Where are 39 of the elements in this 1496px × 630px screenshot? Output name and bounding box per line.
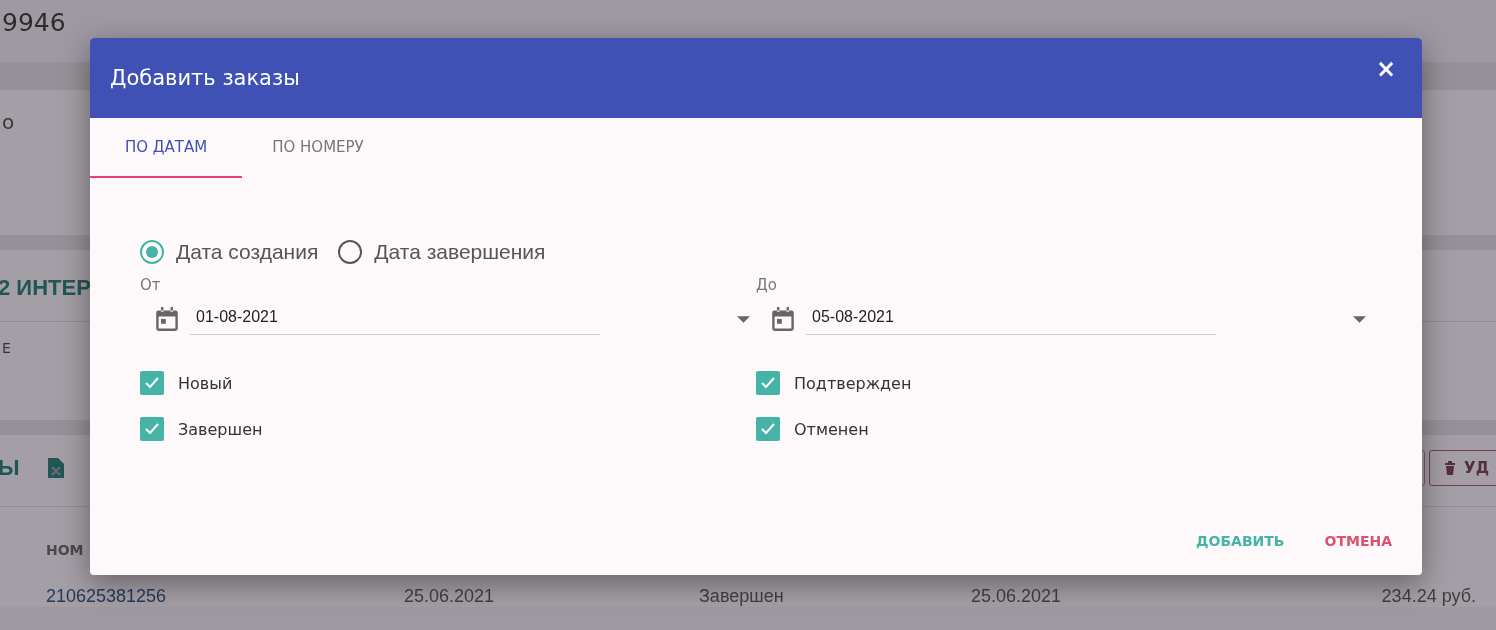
checkbox-label: Отменен <box>794 419 869 439</box>
tab[interactable]: ПО ДАТАМ <box>90 118 242 178</box>
table-cell-text: Завершен <box>699 586 785 607</box>
date-field[interactable]: 01-08-2021 <box>190 303 600 335</box>
checkbox-label: Новый <box>178 373 233 393</box>
cancel-button[interactable]: ОТМЕНА <box>1314 527 1402 555</box>
order-link[interactable]: 210625381256 <box>46 586 404 607</box>
close-button[interactable]: × <box>1369 55 1402 83</box>
section-text: Е <box>2 340 11 356</box>
tab[interactable]: ПО НОМЕРУ <box>242 118 394 178</box>
trash-icon <box>1444 461 1457 475</box>
field-label: От <box>140 276 162 294</box>
calendar-icon[interactable] <box>772 307 794 331</box>
checkbox[interactable] <box>140 371 164 395</box>
checkbox-label: Завершен <box>178 419 263 439</box>
page-title: 9946 <box>1 7 67 39</box>
table-cell: 234.24 руб. <box>1381 586 1476 607</box>
radio-button[interactable] <box>140 240 164 264</box>
table-cell-text: 25.06.2021 <box>404 586 496 607</box>
add-button[interactable]: ДОБАВИТЬ <box>1186 527 1295 555</box>
card-text: о <box>2 110 15 134</box>
checkbox-label: Подтвержден <box>794 373 912 393</box>
field-label: До <box>756 276 778 294</box>
radio-button[interactable] <box>338 240 363 264</box>
checkbox[interactable] <box>756 417 780 441</box>
radio-label: Дата завершения <box>374 240 546 264</box>
delete-button[interactable]: УД <box>1429 450 1496 486</box>
caret-icon[interactable] <box>1353 315 1366 323</box>
section-title: Ы <box>0 455 20 481</box>
excel-file-icon[interactable] <box>47 458 64 478</box>
dialog-title: Добавить заказы <box>110 66 301 90</box>
date-field[interactable]: 05-08-2021 <box>806 303 1216 335</box>
radio-label: Дата создания <box>176 240 319 264</box>
caret-icon[interactable] <box>737 315 750 323</box>
column-header: НОМ <box>46 542 84 558</box>
checkbox[interactable] <box>756 371 780 395</box>
calendar-icon[interactable] <box>156 307 178 331</box>
checkbox[interactable] <box>140 417 164 441</box>
table-cell-text: 25.06.2021 <box>971 586 1063 607</box>
